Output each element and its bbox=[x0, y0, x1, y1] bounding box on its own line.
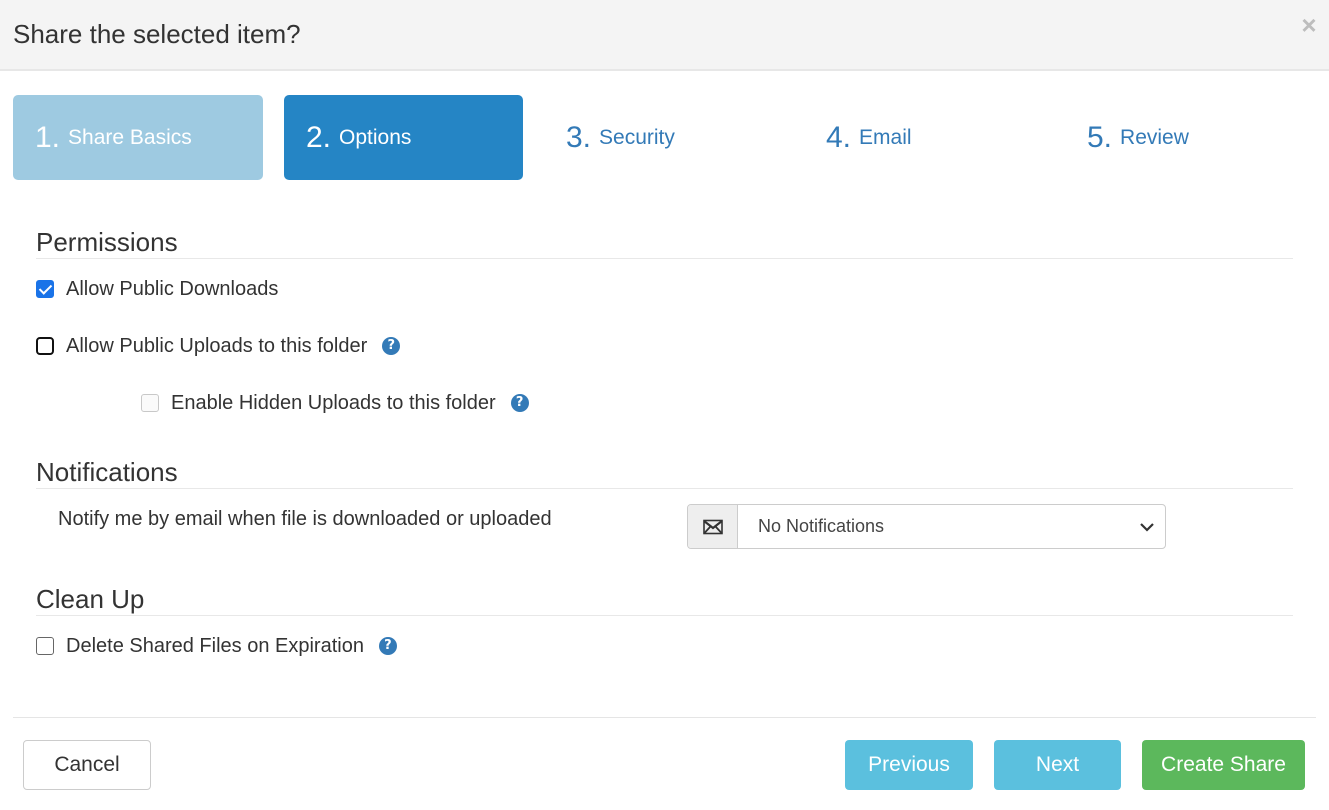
notifications-heading: Notifications bbox=[36, 457, 178, 487]
allow-public-downloads-row: Allow Public Downloads bbox=[36, 277, 278, 301]
step-label: Security bbox=[599, 125, 675, 149]
step-number: 4. bbox=[826, 120, 852, 154]
allow-public-uploads-label[interactable]: Allow Public Uploads to this folder bbox=[66, 334, 367, 358]
delete-on-expiration-checkbox[interactable] bbox=[36, 637, 54, 655]
envelope-icon bbox=[688, 505, 738, 548]
step-options[interactable]: 2. Options bbox=[284, 95, 523, 180]
step-label: Email bbox=[859, 125, 912, 149]
enable-hidden-uploads-checkbox[interactable] bbox=[141, 394, 159, 412]
wizard-steps: 1. Share Basics 2. Options 3. Security 4… bbox=[0, 95, 1329, 180]
notification-select-group: No Notifications bbox=[687, 504, 1166, 549]
create-share-button[interactable]: Create Share bbox=[1142, 740, 1305, 790]
allow-public-uploads-row: Allow Public Uploads to this folder ? bbox=[36, 334, 401, 358]
step-review[interactable]: 5. Review bbox=[1065, 95, 1305, 180]
section-divider bbox=[36, 258, 1293, 259]
next-button[interactable]: Next bbox=[994, 740, 1121, 790]
help-icon[interactable]: ? bbox=[510, 394, 529, 412]
footer-divider bbox=[13, 717, 1316, 718]
help-icon[interactable]: ? bbox=[382, 337, 401, 355]
step-security[interactable]: 3. Security bbox=[544, 95, 784, 180]
notification-select[interactable]: No Notifications bbox=[738, 505, 1165, 548]
step-share-basics[interactable]: 1. Share Basics bbox=[13, 95, 263, 180]
cancel-button[interactable]: Cancel bbox=[23, 740, 151, 790]
delete-on-expiration-row: Delete Shared Files on Expiration ? bbox=[36, 634, 397, 658]
notification-select-value: No Notifications bbox=[758, 516, 885, 536]
previous-button[interactable]: Previous bbox=[845, 740, 973, 790]
delete-on-expiration-label[interactable]: Delete Shared Files on Expiration bbox=[66, 634, 364, 658]
step-label: Review bbox=[1120, 125, 1189, 149]
allow-public-downloads-label[interactable]: Allow Public Downloads bbox=[66, 277, 278, 301]
section-divider bbox=[36, 488, 1293, 489]
modal-header: Share the selected item? × bbox=[0, 0, 1329, 71]
step-email[interactable]: 4. Email bbox=[804, 95, 1044, 180]
permissions-heading: Permissions bbox=[36, 227, 178, 257]
enable-hidden-uploads-row: Enable Hidden Uploads to this folder ? bbox=[141, 391, 529, 415]
chevron-down-icon bbox=[1139, 516, 1155, 537]
allow-public-downloads-checkbox[interactable] bbox=[36, 280, 54, 298]
step-number: 2. bbox=[306, 120, 332, 154]
modal-title: Share the selected item? bbox=[13, 19, 301, 49]
enable-hidden-uploads-label[interactable]: Enable Hidden Uploads to this folder bbox=[171, 391, 496, 415]
close-icon[interactable]: × bbox=[1299, 12, 1319, 38]
allow-public-uploads-checkbox[interactable] bbox=[36, 337, 54, 355]
step-number: 3. bbox=[566, 120, 592, 154]
step-label: Options bbox=[339, 125, 412, 149]
cleanup-heading: Clean Up bbox=[36, 584, 145, 614]
step-label: Share Basics bbox=[68, 125, 192, 149]
notify-label: Notify me by email when file is download… bbox=[58, 508, 552, 530]
help-icon[interactable]: ? bbox=[378, 637, 397, 655]
step-number: 5. bbox=[1087, 120, 1113, 154]
step-number: 1. bbox=[35, 120, 61, 154]
section-divider bbox=[36, 615, 1293, 616]
